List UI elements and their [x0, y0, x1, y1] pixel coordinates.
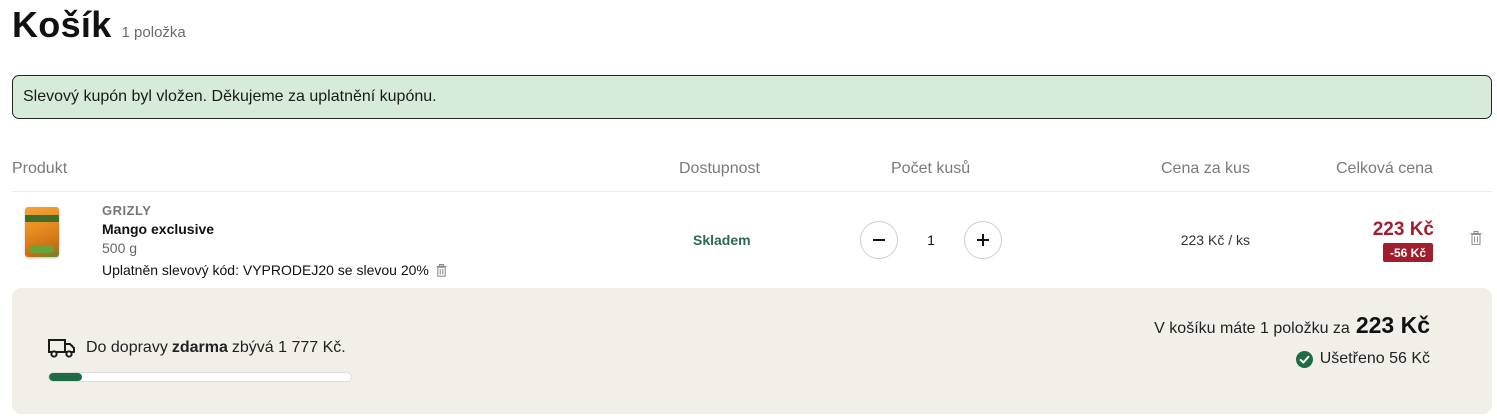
remove-coupon-trash-icon[interactable] — [436, 263, 447, 277]
coupon-success-alert: Slevový kupón byl vložen. Děkujeme za up… — [12, 75, 1492, 119]
column-availability: Dostupnost — [679, 160, 760, 177]
page-header: Košík 1 položka — [12, 4, 186, 46]
item-total-price: 223 Kč — [1372, 219, 1434, 240]
column-quantity: Počet kusů — [891, 160, 971, 177]
shipping-prefix: Do dopravy — [86, 339, 168, 356]
item-count: 1 položka — [121, 24, 186, 41]
free-shipping-progress-bar — [48, 372, 352, 382]
header-divider — [12, 191, 1492, 192]
shipping-remaining: zbývá 1 777 Kč. — [231, 339, 346, 356]
column-unit-price: Cena za kus — [1161, 160, 1250, 177]
coupon-note-text: Uplatněn slevový kód: VYPRODEJ20 se slev… — [102, 262, 429, 278]
discount-badge: -56 Kč — [1383, 243, 1434, 262]
decrease-quantity-button[interactable] — [860, 221, 898, 259]
progress-fill — [49, 373, 83, 381]
remove-item-trash-icon[interactable] — [1470, 231, 1482, 245]
unit-price: 223 Kč / ks — [1180, 232, 1250, 248]
increase-quantity-button[interactable] — [964, 221, 1002, 259]
product-brand: GRIZLY — [102, 203, 152, 218]
table-header: Produkt Dostupnost Počet kusů Cena za ku… — [12, 160, 1492, 182]
cart-total-amount: 223 Kč — [1355, 312, 1430, 338]
minus-icon — [873, 239, 885, 241]
page-title: Košík — [12, 4, 112, 45]
check-circle-icon — [1295, 350, 1313, 368]
product-image[interactable] — [25, 207, 59, 257]
column-total-price: Celková cena — [1336, 160, 1433, 177]
coupon-applied-note: Uplatněn slevový kód: VYPRODEJ20 se slev… — [102, 262, 447, 278]
quantity-value[interactable]: 1 — [920, 232, 942, 248]
availability-status: Skladem — [693, 232, 751, 248]
shipping-free-label: zdarma — [171, 339, 228, 356]
free-shipping-info: Do dopravy zdarma zbývá 1 777 Kč. — [48, 338, 346, 358]
cart-total-text: V košíku máte 1 položku za — [1154, 320, 1350, 337]
column-product: Produkt — [12, 160, 68, 177]
truck-icon — [48, 339, 75, 358]
product-name[interactable]: Mango exclusive — [102, 221, 214, 237]
alert-message: Slevový kupón byl vložen. Děkujeme za up… — [23, 88, 437, 105]
savings-text: Ušetřeno 56 Kč — [1319, 350, 1430, 367]
cart-total-line: V košíku máte 1 položku za 223 Kč — [1154, 312, 1430, 339]
product-weight: 500 g — [102, 240, 138, 256]
cart-summary: Do dopravy zdarma zbývá 1 777 Kč. V koší… — [12, 288, 1492, 414]
savings-line: Ušetřeno 56 Kč — [1295, 350, 1430, 368]
plus-icon — [977, 234, 989, 246]
